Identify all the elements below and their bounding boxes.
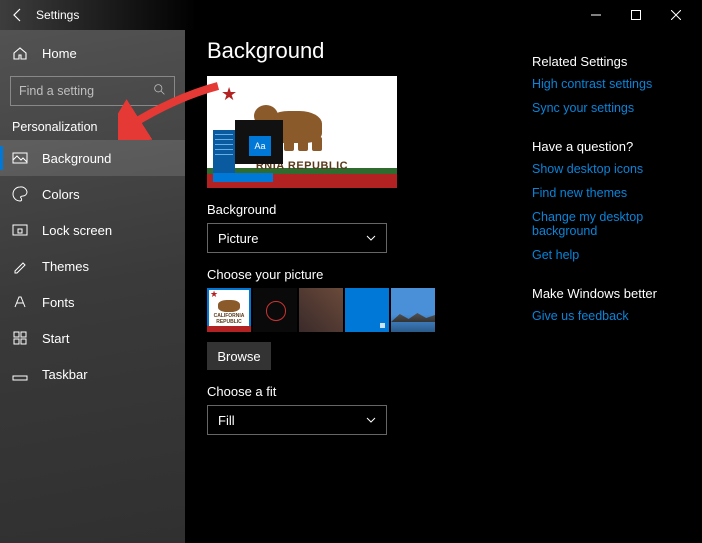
window-title: Settings [36, 8, 79, 22]
star-icon: ★ [221, 84, 237, 105]
better-heading: Make Windows better [532, 286, 690, 301]
home-icon [12, 45, 28, 61]
link-get-help[interactable]: Get help [532, 248, 690, 262]
fonts-icon [12, 294, 28, 310]
sidebar-item-label: Start [42, 331, 69, 346]
fit-select[interactable]: Fill [207, 405, 387, 435]
sidebar-item-label: Lock screen [42, 223, 112, 238]
sidebar-item-background[interactable]: Background [0, 140, 185, 176]
related-heading: Related Settings [532, 54, 690, 69]
sidebar-item-label: Colors [42, 187, 80, 202]
thumbnail-row: CALIFORNIA REPUBLIC [207, 288, 510, 332]
mini-window-overlay: Aa [213, 120, 291, 182]
sidebar-item-label: Taskbar [42, 367, 88, 382]
link-find-themes[interactable]: Find new themes [532, 186, 690, 200]
colors-icon [12, 186, 28, 202]
background-preview: ★ RNIA REPUBLIC Aa [207, 76, 397, 188]
picture-thumb-0[interactable]: CALIFORNIA REPUBLIC [207, 288, 251, 332]
lock-screen-icon [12, 222, 28, 238]
chevron-down-icon [366, 231, 376, 246]
picture-thumb-1[interactable] [253, 288, 297, 332]
sidebar-item-label: Background [42, 151, 111, 166]
sidebar-item-themes[interactable]: Themes [0, 248, 185, 284]
link-high-contrast[interactable]: High contrast settings [532, 77, 690, 91]
sidebar-item-lockscreen[interactable]: Lock screen [0, 212, 185, 248]
section-label: Personalization [0, 114, 185, 140]
sidebar-item-label: Themes [42, 259, 89, 274]
sidebar-home-label: Home [42, 46, 77, 61]
themes-icon [12, 258, 28, 274]
picture-thumb-2[interactable] [299, 288, 343, 332]
sidebar-item-start[interactable]: Start [0, 320, 185, 356]
search-input[interactable]: Find a setting [10, 76, 175, 106]
sidebar-item-label: Fonts [42, 295, 75, 310]
sidebar: Home Find a setting Personalization Back… [0, 30, 185, 543]
background-select-value: Picture [218, 231, 258, 246]
search-icon [153, 83, 166, 99]
sidebar-item-fonts[interactable]: Fonts [0, 284, 185, 320]
sidebar-item-taskbar[interactable]: Taskbar [0, 356, 185, 392]
content: Background ★ RNIA REPUBLIC [185, 30, 532, 543]
question-heading: Have a question? [532, 139, 690, 154]
background-label: Background [207, 202, 510, 217]
start-icon [12, 330, 28, 346]
background-icon [12, 150, 28, 166]
maximize-button[interactable] [616, 0, 656, 30]
back-icon[interactable] [10, 7, 26, 23]
link-change-bg[interactable]: Change my desktop background [532, 210, 690, 238]
settings-window: Settings Home Find a setting Personal [0, 0, 702, 543]
page-title: Background [207, 38, 510, 64]
minimize-button[interactable] [576, 0, 616, 30]
sidebar-home[interactable]: Home [0, 36, 185, 70]
link-sync-settings[interactable]: Sync your settings [532, 101, 690, 115]
browse-button[interactable]: Browse [207, 342, 271, 370]
titlebar: Settings [0, 0, 702, 30]
fit-select-value: Fill [218, 413, 235, 428]
link-feedback[interactable]: Give us feedback [532, 309, 690, 323]
sidebar-item-colors[interactable]: Colors [0, 176, 185, 212]
close-button[interactable] [656, 0, 696, 30]
fit-label: Choose a fit [207, 384, 510, 399]
preview-tile-label: Aa [249, 136, 271, 156]
search-placeholder: Find a setting [19, 84, 94, 98]
link-desktop-icons[interactable]: Show desktop icons [532, 162, 690, 176]
chevron-down-icon [366, 413, 376, 428]
picture-thumb-4[interactable] [391, 288, 435, 332]
right-panel: Related Settings High contrast settings … [532, 30, 702, 543]
picture-thumb-3[interactable] [345, 288, 389, 332]
taskbar-icon [12, 366, 28, 382]
choose-picture-label: Choose your picture [207, 267, 510, 282]
background-select[interactable]: Picture [207, 223, 387, 253]
